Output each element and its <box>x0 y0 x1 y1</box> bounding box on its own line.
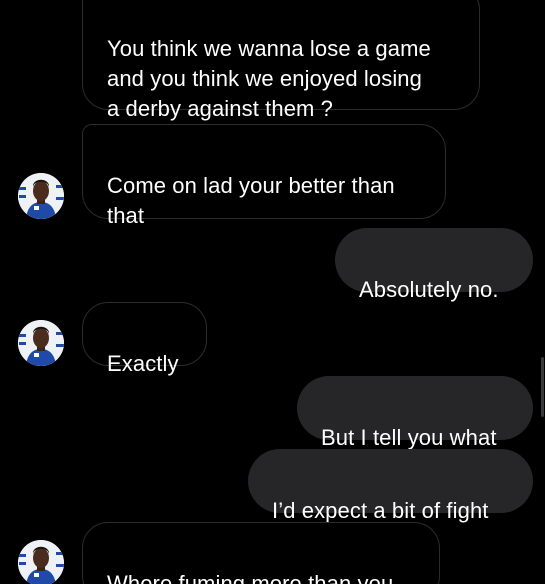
message-bubble-incoming[interactable]: Come on lad your better than that <box>82 124 446 228</box>
message-text: You think we wanna lose a game and you t… <box>107 36 431 121</box>
message-text: But I tell you what <box>321 425 497 450</box>
scrollbar-thumb[interactable] <box>541 357 544 417</box>
message-text: Where fuming more than you <box>107 571 394 584</box>
message-bubble-outgoing[interactable]: Absolutely no. <box>335 228 533 302</box>
message-bubble-outgoing[interactable]: But I tell you what <box>297 376 533 450</box>
message-text: I’d expect a bit of fight <box>272 498 489 523</box>
message-bubble-incoming[interactable]: Where fuming more than you <box>82 522 440 584</box>
contact-avatar[interactable] <box>18 540 64 584</box>
avatar-photo-icon <box>18 540 64 584</box>
avatar-photo-icon <box>18 173 64 219</box>
message-bubble-incoming[interactable]: Exactly <box>82 302 207 376</box>
contact-avatar[interactable] <box>18 173 64 219</box>
message-bubble-outgoing[interactable]: I’d expect a bit of fight <box>248 449 533 523</box>
message-text: Exactly <box>107 351 179 376</box>
avatar-photo-icon <box>18 320 64 366</box>
message-text: Absolutely no. <box>359 277 499 302</box>
contact-avatar[interactable] <box>18 320 64 366</box>
message-bubble-incoming[interactable]: You think we wanna lose a game and you t… <box>82 0 480 121</box>
message-text: Come on lad your better than that <box>107 173 395 228</box>
message-thread: You think we wanna lose a game and you t… <box>0 0 545 584</box>
